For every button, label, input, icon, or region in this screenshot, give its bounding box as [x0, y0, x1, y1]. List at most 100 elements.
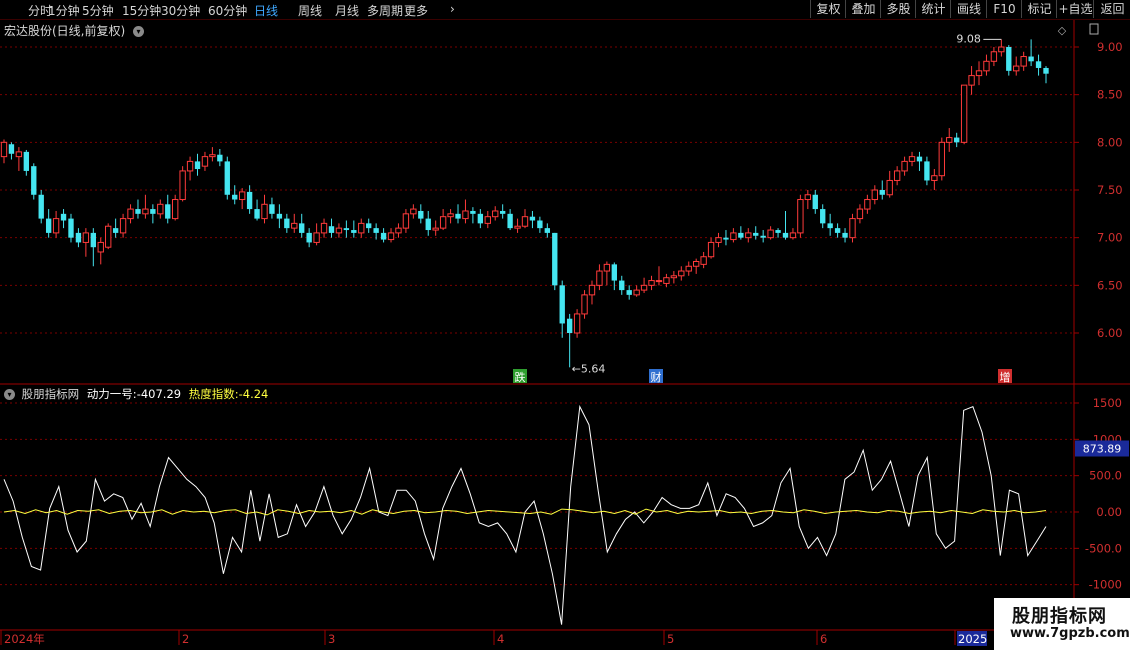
- candle-body: [320, 222, 328, 234]
- period-tab-4[interactable]: 30分钟: [161, 2, 200, 19]
- period-tab-1[interactable]: 1分钟: [48, 2, 80, 19]
- main-y-tick-label: 7.50: [1097, 183, 1123, 197]
- x-axis-label: 2024年: [4, 632, 45, 646]
- toolbar-button-1[interactable]: 叠加: [845, 0, 881, 18]
- period-tab-6[interactable]: 日线: [254, 2, 278, 19]
- candle-body: [603, 263, 611, 272]
- candle-body: [864, 199, 871, 210]
- candle-body: [514, 225, 521, 229]
- toolbar-button-6[interactable]: 标记: [1021, 0, 1057, 18]
- period-tab-2[interactable]: 5分钟: [82, 2, 114, 19]
- candle-body: [648, 280, 655, 286]
- candle-body: [477, 213, 484, 224]
- candle-body: [1035, 61, 1042, 68]
- sub-y-tick-label: 500.0: [1089, 469, 1122, 483]
- candle-body: [655, 280, 663, 283]
- main-y-tick-label: 8.50: [1097, 88, 1123, 102]
- candle-body: [425, 218, 431, 231]
- candle-body: [238, 191, 246, 201]
- candle-body: [82, 232, 90, 243]
- toolbar-button-0[interactable]: 复权: [810, 0, 846, 18]
- candle-body: [186, 160, 194, 172]
- candle-body: [462, 210, 469, 220]
- candle-body: [276, 213, 283, 219]
- candle-body: [15, 151, 23, 158]
- candle-body: [581, 294, 588, 315]
- sub-y-tick-label: -500.0: [1085, 541, 1122, 555]
- period-tab-7[interactable]: 周线: [298, 2, 322, 19]
- candle-body: [387, 232, 395, 241]
- candle-body: [432, 227, 439, 231]
- candle-body: [23, 151, 30, 171]
- candle-body: [700, 256, 707, 265]
- candle-body: [588, 284, 596, 296]
- candle-body: [127, 208, 134, 220]
- candle-body: [789, 232, 797, 239]
- candle-body: [38, 194, 44, 219]
- candle-body: [767, 229, 774, 239]
- event-marker: 跌: [515, 370, 526, 384]
- candle-body: [640, 284, 648, 291]
- candle-body: [201, 156, 209, 167]
- candle-body: [224, 161, 230, 195]
- candle-body: [470, 210, 476, 214]
- sub-y-tick-label: 1500: [1093, 396, 1122, 410]
- toolbar-button-3[interactable]: 统计: [915, 0, 951, 18]
- candle-body: [1006, 47, 1012, 71]
- candle-body: [849, 218, 856, 239]
- candle-body: [529, 216, 536, 221]
- candle-body: [626, 290, 632, 295]
- candle-body: [358, 222, 365, 234]
- candle-body: [194, 161, 201, 170]
- line2-value: -4.24: [238, 387, 269, 401]
- candle-body: [960, 84, 968, 143]
- toolbar-button-4[interactable]: 画线: [950, 0, 987, 18]
- candle-body: [150, 209, 156, 214]
- chevron-down-icon[interactable]: ▾: [133, 26, 145, 37]
- toolbar-button-8[interactable]: 返回: [1093, 0, 1130, 18]
- candle-body: [775, 230, 781, 233]
- chevron-down-icon[interactable]: ▾: [4, 389, 15, 400]
- watermark: 股朋指标网 www.7gpzb.com: [994, 598, 1130, 650]
- toolbar-button-2[interactable]: 多股: [880, 0, 916, 18]
- candle-body: [827, 223, 833, 229]
- toolbar-button-7[interactable]: +自选: [1056, 0, 1094, 18]
- period-tab-5[interactable]: 60分钟: [208, 2, 247, 19]
- candle-body: [879, 190, 885, 195]
- period-tab-10[interactable]: 更多: [404, 2, 428, 19]
- candle-body: [313, 232, 320, 243]
- candle-body: [402, 213, 410, 229]
- chevron-right-icon[interactable]: ›: [450, 2, 455, 16]
- candle-body: [484, 216, 491, 224]
- candle-body: [172, 199, 179, 220]
- low-label: ←5.64: [572, 362, 606, 375]
- candle-body: [112, 228, 119, 233]
- kline-chart[interactable]: 9.008.508.007.507.006.506.0015001000500.…: [0, 0, 1130, 650]
- candle-body: [52, 218, 60, 234]
- period-tab-9[interactable]: 多周期: [367, 2, 403, 19]
- candle-body: [753, 232, 759, 236]
- candle-body: [723, 237, 729, 240]
- candle-body: [856, 208, 864, 220]
- candle-body: [380, 232, 387, 240]
- candle-body: [142, 208, 149, 215]
- candle-body: [983, 60, 990, 72]
- candle-body: [745, 232, 752, 239]
- candle-body: [299, 223, 305, 233]
- candle-body: [45, 218, 52, 233]
- candle-body: [968, 75, 975, 86]
- candle-body: [31, 166, 37, 195]
- event-marker: 增: [1000, 370, 1011, 384]
- period-tab-3[interactable]: 15分钟: [122, 2, 161, 19]
- candle-body: [1020, 56, 1027, 67]
- period-tab-8[interactable]: 月线: [335, 2, 359, 19]
- candle-body: [335, 227, 343, 234]
- x-axis-label: 2025: [958, 632, 987, 646]
- main-y-tick-label: 6.00: [1097, 326, 1123, 340]
- x-axis-label: 2: [182, 632, 189, 646]
- candle-body: [351, 230, 357, 233]
- candle-body: [998, 46, 1005, 53]
- candle-body: [611, 264, 617, 281]
- toolbar-button-5[interactable]: F10: [986, 0, 1022, 18]
- main-y-tick-label: 9.00: [1097, 40, 1123, 54]
